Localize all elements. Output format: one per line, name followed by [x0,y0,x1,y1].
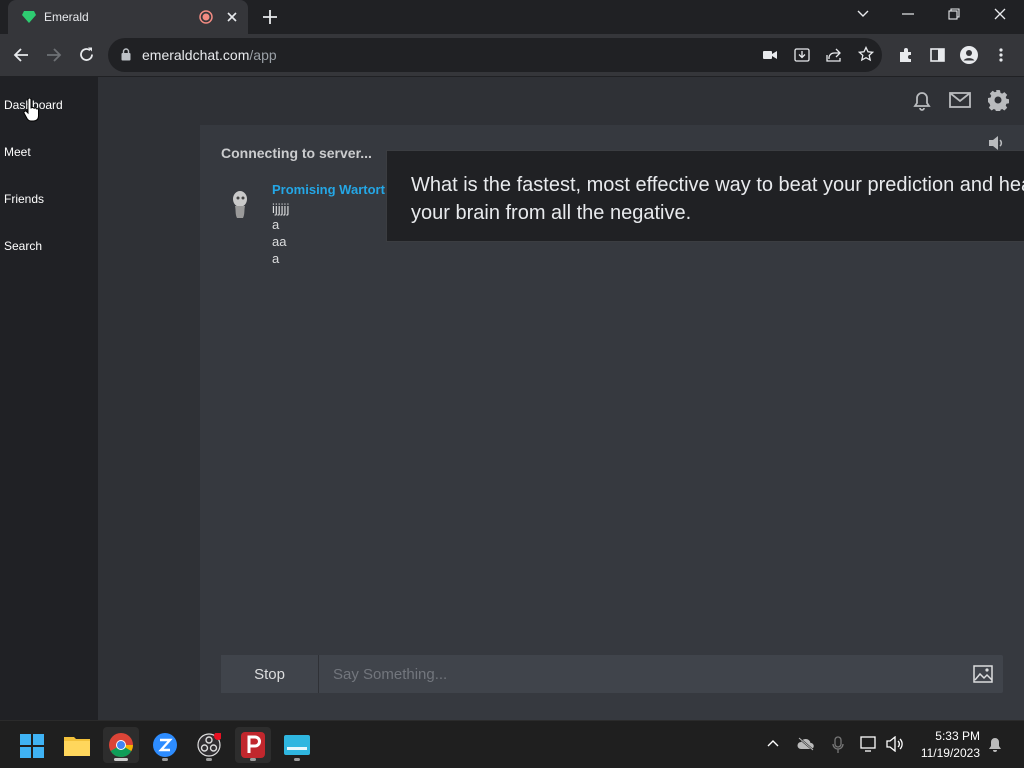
notifications-bell-icon[interactable] [913,91,931,111]
forward-arrow-icon[interactable] [46,47,62,63]
active-app-indicator [114,758,128,761]
close-tab-icon[interactable] [226,11,238,23]
sidebar-item-friends[interactable]: Friends [4,192,44,206]
running-app-indicator [294,758,300,761]
text-overlay-caption: What is the fastest, most effective way … [386,150,1024,242]
tab-title: Emerald [44,10,89,24]
running-app-indicator [250,758,256,761]
onedrive-cloud-offline-icon[interactable] [797,737,815,751]
chat-message: aa [272,234,287,249]
hand-pointer-cursor-icon [23,98,39,122]
url-text: emeraldchat.com/app [142,47,277,63]
browser-tab[interactable]: Emerald [8,0,248,34]
stop-button[interactable]: Stop [221,655,319,693]
chrome-taskbar-button[interactable] [103,727,139,763]
new-tab-icon[interactable] [262,9,278,25]
share-icon[interactable] [826,47,842,63]
taskbar-clock-time[interactable]: 5:33 PM [935,729,980,743]
taskbar-clock-date[interactable]: 11/19/2023 [921,746,980,760]
browser-toolbar: emeraldchat.com/app [0,34,1024,76]
camera-icon[interactable] [763,48,777,62]
file-explorer-icon[interactable] [64,734,90,756]
chrome-icon [109,733,133,757]
chat-message: a [272,251,280,266]
messages-mail-icon[interactable] [949,92,971,108]
side-panel-icon[interactable] [930,48,945,62]
sidebar-item-meet[interactable]: Meet [4,145,31,159]
network-monitor-icon[interactable] [860,736,878,752]
message-composer: Stop [221,655,1003,693]
user-avatar[interactable] [230,190,250,220]
microphone-icon[interactable] [832,736,844,754]
windows-taskbar: 5:33 PM 11/19/2023 [0,720,1024,768]
restore-window-icon[interactable] [948,8,960,20]
notifications-bell-icon[interactable] [988,737,1002,753]
obs-studio-icon [197,733,221,757]
recording-indicator-icon [199,10,213,24]
image-upload-icon[interactable] [973,665,993,683]
address-bar[interactable]: emeraldchat.com/app [108,38,882,72]
install-app-icon[interactable] [794,47,810,63]
show-hidden-icons-chevron-up-icon[interactable] [767,739,779,747]
settings-gear-icon[interactable] [987,89,1009,111]
partner-username[interactable]: Promising Wartort [272,182,385,197]
zoom-taskbar-button[interactable] [147,727,183,763]
browser-menu-kebab-icon[interactable] [999,47,1003,63]
profile-avatar-icon[interactable] [960,46,978,64]
connection-status-text: Connecting to server... [221,145,372,161]
extensions-puzzle-icon[interactable] [898,47,914,63]
running-app-indicator [206,758,212,761]
message-input[interactable] [320,655,960,693]
zoom-icon [153,733,177,757]
volume-speaker-icon[interactable] [988,135,1004,151]
lock-icon[interactable] [121,48,131,61]
chat-message: a [272,217,280,232]
volume-icon[interactable] [886,736,904,752]
tab-search-chevron-down-icon[interactable] [856,9,870,19]
browser-tab-strip: Emerald [0,0,1024,34]
emerald-favicon-icon [22,11,36,23]
obs-taskbar-button[interactable] [191,727,227,763]
windows-start-icon[interactable] [20,734,44,758]
psiphon-p-icon [241,732,265,758]
minimize-window-icon[interactable] [902,13,914,15]
chat-message: ijjjjj [272,201,290,216]
close-window-icon[interactable] [994,8,1006,20]
back-arrow-icon[interactable] [13,47,29,63]
reload-icon[interactable] [78,46,95,63]
remote-desktop-taskbar-button[interactable] [279,727,315,763]
overlay-text: What is the fastest, most effective way … [411,174,1024,224]
running-app-indicator [162,758,168,761]
psiphon-taskbar-button[interactable] [235,727,271,763]
monitor-app-icon [284,735,310,755]
sidebar: Dashboard Meet Friends Search [0,77,98,720]
bookmark-star-icon[interactable] [858,46,874,62]
sidebar-item-search[interactable]: Search [4,239,42,253]
